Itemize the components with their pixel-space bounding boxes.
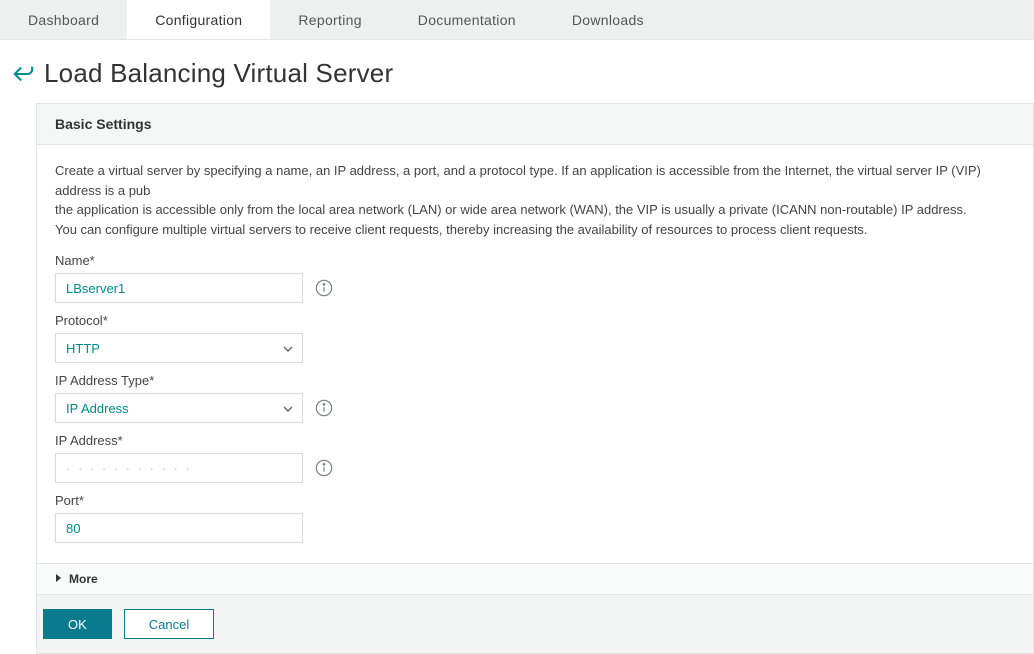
tab-label: Configuration bbox=[155, 12, 242, 28]
desc-line: the application is accessible only from … bbox=[55, 202, 967, 217]
button-label: Cancel bbox=[149, 617, 189, 632]
caret-right-icon bbox=[55, 572, 63, 586]
desc-line: Create a virtual server by specifying a … bbox=[55, 163, 981, 198]
cancel-button[interactable]: Cancel bbox=[124, 609, 214, 639]
ok-button[interactable]: OK bbox=[43, 609, 112, 639]
info-icon[interactable] bbox=[315, 399, 333, 417]
more-toggle[interactable]: More bbox=[37, 563, 1033, 594]
page-title: Load Balancing Virtual Server bbox=[44, 58, 393, 89]
more-label: More bbox=[69, 572, 98, 586]
desc-line: You can configure multiple virtual serve… bbox=[55, 222, 867, 237]
tab-dashboard[interactable]: Dashboard bbox=[0, 0, 127, 39]
tab-label: Reporting bbox=[298, 12, 361, 28]
tab-configuration[interactable]: Configuration bbox=[127, 0, 270, 39]
footer-actions: OK Cancel bbox=[37, 594, 1033, 653]
port-label: Port* bbox=[55, 493, 1015, 508]
port-input[interactable] bbox=[55, 513, 303, 543]
panel-header: Basic Settings bbox=[37, 104, 1033, 145]
select-value: HTTP bbox=[66, 341, 100, 356]
top-tabbar: Dashboard Configuration Reporting Docume… bbox=[0, 0, 1034, 40]
tab-documentation[interactable]: Documentation bbox=[390, 0, 544, 39]
back-arrow-icon[interactable] bbox=[10, 61, 36, 87]
panel-description: Create a virtual server by specifying a … bbox=[55, 161, 1015, 239]
basic-settings-panel: Basic Settings Create a virtual server b… bbox=[36, 103, 1034, 654]
tab-label: Dashboard bbox=[28, 12, 99, 28]
tab-label: Downloads bbox=[572, 12, 644, 28]
tab-reporting[interactable]: Reporting bbox=[270, 0, 389, 39]
select-value: IP Address bbox=[66, 401, 129, 416]
ip-address-label: IP Address* bbox=[55, 433, 1015, 448]
tab-label: Documentation bbox=[418, 12, 516, 28]
ip-type-select[interactable]: IP Address bbox=[55, 393, 303, 423]
ip-address-input[interactable] bbox=[55, 453, 303, 483]
chevron-down-icon bbox=[282, 343, 292, 353]
chevron-down-icon bbox=[282, 403, 292, 413]
protocol-label: Protocol* bbox=[55, 313, 1015, 328]
name-input[interactable] bbox=[55, 273, 303, 303]
info-icon[interactable] bbox=[315, 459, 333, 477]
protocol-select[interactable]: HTTP bbox=[55, 333, 303, 363]
button-label: OK bbox=[68, 617, 87, 632]
name-label: Name* bbox=[55, 253, 1015, 268]
ip-type-label: IP Address Type* bbox=[55, 373, 1015, 388]
tab-downloads[interactable]: Downloads bbox=[544, 0, 672, 39]
info-icon[interactable] bbox=[315, 279, 333, 297]
